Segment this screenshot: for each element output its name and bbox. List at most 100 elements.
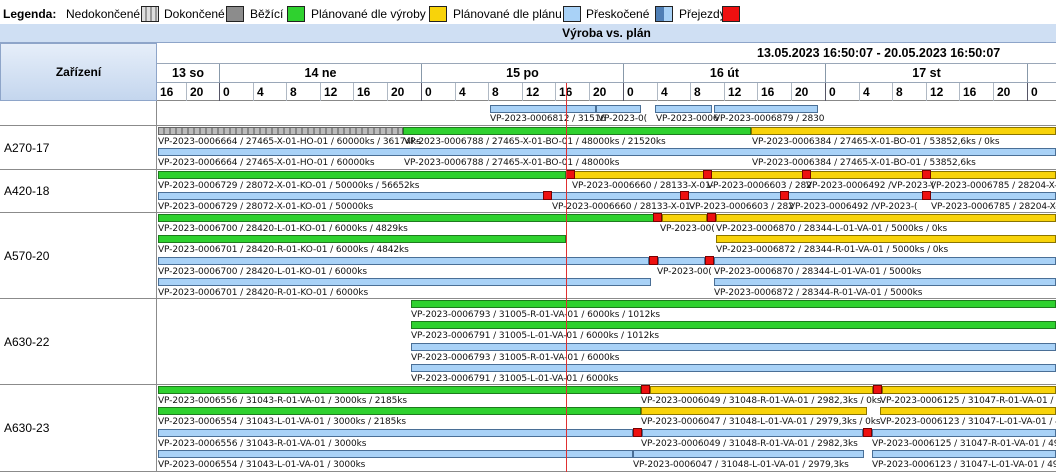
hour-cell: 4 — [657, 83, 690, 101]
device-row[interactable]: A420-18 VP-2023-0006729 / 28072-X-01-KO-… — [0, 170, 1056, 213]
task-bar-production-plan[interactable] — [751, 127, 1056, 135]
device-row[interactable]: A270-17 VP-2023-0006664 / 27465-X-01-HO-… — [0, 126, 1056, 170]
device-row[interactable]: A630-22 VP-2023-0006793 / 31005-R-01-VA-… — [0, 299, 1056, 385]
task-bar-plan[interactable] — [633, 450, 864, 458]
hour-cell: 20 — [589, 83, 623, 101]
task-label: VP-2023-0006660 / 28133-X-01- — [552, 202, 694, 212]
transition-marker[interactable] — [802, 170, 811, 179]
task-bar-production-plan[interactable] — [566, 171, 1056, 179]
task-bar-production-plan[interactable] — [716, 214, 1056, 222]
device-row[interactable]: A630-23 VP-2023-0006556 / 31043-R-01-VA-… — [0, 385, 1056, 472]
device-name: A630-23 — [4, 421, 50, 435]
task-label: VP-2023-0006556 / 31043-R-01-VA-01 / 300… — [158, 396, 407, 406]
device-row[interactable]: A570-20 VP-2023-0006700 / 28420-L-01-KO-… — [0, 213, 1056, 299]
day-header-cell — [1027, 64, 1056, 83]
task-bar-plan[interactable] — [872, 429, 1056, 437]
transition-marker[interactable] — [873, 385, 882, 394]
transition-marker[interactable] — [922, 191, 931, 200]
task-bar-running[interactable] — [158, 386, 641, 394]
task-bar-plan[interactable] — [158, 278, 651, 286]
task-bar-plan[interactable] — [158, 429, 633, 437]
task-bar-plan[interactable] — [658, 257, 705, 265]
transition-marker[interactable] — [703, 170, 712, 179]
task-bar-production-plan[interactable] — [880, 407, 1056, 415]
task-bar-running[interactable] — [158, 407, 641, 415]
task-label: VP-2023-0006788 / 27465-X-01-BO-01 / 480… — [404, 137, 666, 147]
task-bar-plan[interactable] — [411, 364, 1056, 372]
date-range: 13.05.2023 16:50:07 - 20.05.2023 16:50:0… — [157, 43, 1056, 64]
task-bar-plan[interactable] — [158, 257, 649, 265]
task-bar-plan[interactable] — [714, 278, 1056, 286]
transition-marker[interactable] — [543, 191, 552, 200]
hour-cell: 16 — [555, 83, 589, 101]
task-bar-plan[interactable] — [714, 257, 1056, 265]
device-column-header[interactable]: Zařízení — [0, 43, 157, 101]
task-bar-running[interactable] — [411, 300, 1056, 308]
task-bar-running[interactable] — [158, 171, 566, 179]
task-bar-plan[interactable] — [642, 429, 863, 437]
transition-marker[interactable] — [653, 213, 662, 222]
task-label: VP-2023-0006125 / 31047-R-01-VA-01 / 490… — [880, 396, 1056, 406]
hour-cell: 12 — [926, 83, 959, 101]
task-bar-plan[interactable] — [655, 105, 712, 113]
task-bar-plan[interactable] — [158, 148, 1056, 156]
task-bar-production-plan[interactable] — [641, 407, 867, 415]
transition-marker[interactable] — [649, 256, 658, 265]
task-label: VP-2023-0006870 / 28344-L-01-VA-01 / 500… — [716, 224, 948, 234]
hour-cell: 0 — [825, 83, 859, 101]
task-bar-production-plan[interactable] — [650, 386, 873, 394]
transition-marker[interactable] — [922, 170, 931, 179]
task-bar-production-plan[interactable] — [716, 235, 1056, 243]
hour-cell: 16 — [353, 83, 387, 101]
hour-cell: 0 — [1027, 83, 1056, 101]
task-label: VP-2023-00( — [660, 224, 715, 234]
task-label: VP-2023-0006872 / 28344-R-01-VA-01 / 500… — [716, 245, 949, 255]
transition-marker[interactable] — [863, 428, 872, 437]
hour-cell: 8 — [690, 83, 724, 101]
transition-marker[interactable] — [680, 191, 689, 200]
header-left-spacer — [0, 24, 157, 43]
transition-marker[interactable] — [566, 170, 575, 179]
hour-header-row: 16 20 0 4 8 12 16 20 0 4 8 12 16 20 0 4 … — [157, 83, 1056, 101]
task-label: VP-2023-0006603 / 282 — [707, 181, 812, 191]
task-bar-running[interactable] — [158, 214, 654, 222]
chart-title: Výroba vs. plán — [157, 24, 1056, 43]
task-label: VP-2023-0006793 / 31005-R-01-VA-01 / 600… — [411, 310, 660, 320]
task-label: VP-2023-0006125 / 31047-R-01-VA-01 / 490… — [872, 439, 1056, 449]
legend-label-unfinished: Nedokončené — [66, 7, 141, 21]
task-bar-running[interactable] — [411, 321, 1056, 329]
day-header-cell: 17 st — [825, 64, 1027, 83]
device-row[interactable]: VP-2023-0006812 / 31516 VP-2023-0( VP-20… — [0, 101, 1056, 126]
task-bar-production-plan[interactable] — [882, 386, 1056, 394]
task-bar-unfinished[interactable] — [158, 127, 403, 135]
task-label: VP-2023-0006872 / 28344-R-01-VA-01 / 500… — [714, 288, 923, 298]
hour-cell: 16 — [959, 83, 993, 101]
transition-marker[interactable] — [780, 191, 789, 200]
task-label: VP-2023-0006123 / 31047-L-01-VA-01 / 490… — [880, 417, 1056, 427]
device-name: A420-18 — [4, 184, 50, 198]
task-bar-running[interactable] — [403, 127, 751, 135]
task-bar-plan[interactable] — [596, 105, 641, 113]
hour-cell: 20 — [387, 83, 421, 101]
day-header-row: 13 so 14 ne 15 po 16 út 17 st — [157, 64, 1056, 83]
task-label: VP-2023-0006701 / 28420-R-01-KO-01 / 600… — [158, 288, 369, 298]
legend-label-skipped: Přeskočené — [586, 7, 650, 21]
task-bar-running[interactable] — [158, 235, 566, 243]
task-label: VP-2023-0006047 / 31048-L-01-VA-01 / 297… — [641, 417, 881, 427]
task-bar-plan[interactable] — [714, 105, 818, 113]
task-label: VP-2023-0006785 / 28204-X-01-KO-0 — [931, 202, 1056, 212]
transition-marker[interactable] — [707, 213, 716, 222]
transition-marker[interactable] — [633, 428, 642, 437]
task-label: VP-2023-0006049 / 31048-R-01-VA-01 / 298… — [641, 439, 858, 449]
task-label: VP-2023-0006660 / 28133-X-01- — [572, 181, 714, 191]
transition-marker[interactable] — [641, 385, 650, 394]
day-header-cell: 14 ne — [219, 64, 421, 83]
task-bar-plan[interactable] — [158, 450, 633, 458]
transition-marker[interactable] — [705, 256, 714, 265]
task-bar-plan[interactable] — [872, 450, 1056, 458]
task-bar-production-plan[interactable] — [662, 214, 707, 222]
task-bar-plan[interactable] — [411, 343, 1056, 351]
task-label: VP-2023-0006384 / 27465-X-01-BO-01 / 538… — [752, 137, 1000, 147]
task-label: VP-2023-0006556 / 31043-R-01-VA-01 / 300… — [158, 439, 367, 449]
task-bar-plan[interactable] — [490, 105, 596, 113]
